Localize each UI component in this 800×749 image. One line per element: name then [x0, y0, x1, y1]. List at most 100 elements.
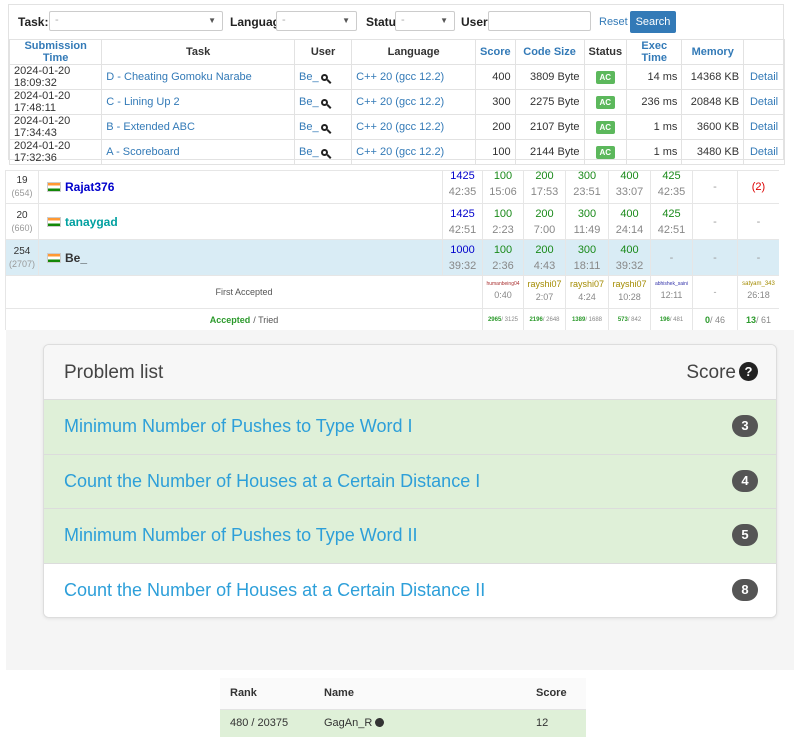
score-value: 12	[526, 709, 586, 737]
submissions-panel: Task: - ▼ Language: - ▼ Status: - ▼ User…	[8, 4, 785, 165]
language-link[interactable]: C++ 20 (gcc 12.2)	[351, 64, 477, 90]
user-cell: Be_	[293, 139, 353, 165]
col-exec-time[interactable]: Exec Time	[626, 39, 683, 65]
task-score: 400	[620, 207, 639, 220]
task-time: 15:06	[489, 186, 517, 198]
language-filter-select[interactable]: - ▼	[276, 11, 357, 31]
search-icon[interactable]	[320, 74, 328, 81]
score-cell: 400	[475, 64, 516, 90]
col-code-size[interactable]: Code Size	[514, 39, 585, 65]
table-row: 2024-01-20 17:34:43 B - Extended ABC Be_…	[8, 114, 785, 140]
total-cell: 1000 39:32	[442, 239, 483, 276]
user-link[interactable]: Be_	[299, 121, 319, 133]
task-time: 42:35	[657, 186, 686, 198]
ac-count: 2965	[487, 316, 502, 323]
tried-count: / 481	[669, 316, 684, 323]
search-icon[interactable]	[320, 149, 328, 156]
rank-panel: Rank Name Score 480 / 20375 GagAn_R 12	[220, 678, 586, 737]
detail-link[interactable]: Detail	[743, 89, 785, 115]
first-accepted-cell: rayshi07 10:28	[608, 275, 651, 309]
user-link[interactable]: Be_	[299, 96, 319, 108]
user-link[interactable]: Rajat376	[65, 180, 114, 194]
task-time: 23:51	[573, 186, 601, 198]
tried-count: / 61	[756, 314, 772, 325]
search-icon[interactable]	[320, 99, 328, 106]
task-time: 18:11	[573, 259, 601, 272]
name-cell: GagAn_R	[314, 709, 526, 737]
task-link[interactable]: D - Cheating Gomoku Narabe	[101, 64, 295, 90]
fa-user[interactable]: rayshi07	[566, 279, 608, 289]
problem-list-title: Problem list	[64, 362, 164, 383]
tried-label: / Tried	[253, 314, 279, 325]
task-cell: 400 24:14	[608, 203, 651, 240]
fa-user[interactable]: rayshi07	[524, 279, 565, 289]
status-filter-select[interactable]: - ▼	[395, 11, 455, 31]
accepted-label: Accepted	[209, 314, 251, 325]
rank-cell: 20 (660)	[5, 203, 39, 240]
standings-row-mine: 254 (2707) Be_ 1000 39:32 100 2:36 200 4:43 …	[5, 239, 779, 276]
user-cell: Be_	[293, 114, 353, 140]
task-time: 11:49	[573, 223, 601, 236]
task-cell: -	[692, 203, 738, 240]
user-link[interactable]: Be_	[65, 251, 87, 265]
problem-item[interactable]: Minimum Number of Pushes to Type Word II…	[44, 509, 776, 564]
problem-score-badge: 4	[732, 469, 758, 492]
help-icon[interactable]: ?	[739, 362, 758, 381]
rank: 20	[16, 209, 28, 221]
problem-name[interactable]: Count the Number of Houses at a Certain …	[64, 580, 485, 601]
rank-table: Rank Name Score 480 / 20375 GagAn_R 12	[220, 678, 586, 737]
task-time: 17:53	[530, 186, 559, 198]
user-link[interactable]: Be_	[299, 71, 319, 83]
problem-name[interactable]: Minimum Number of Pushes to Type Word I	[64, 416, 412, 437]
user-link[interactable]: tanaygad	[65, 215, 118, 229]
fa-user[interactable]: rayshi07	[609, 279, 650, 289]
task-score: 300	[577, 170, 597, 182]
accepted-tried-cell: 13/ 61	[737, 308, 779, 330]
task-link[interactable]: C - Lining Up 2	[101, 89, 295, 115]
ac-count: 196	[659, 316, 670, 323]
score-cell: 100	[475, 139, 516, 165]
problem-name[interactable]: Minimum Number of Pushes to Type Word II	[64, 525, 417, 546]
accepted-tried-cell: 573/ 842	[608, 308, 651, 330]
col-score[interactable]: Score	[475, 39, 516, 65]
rank-value: 480 / 20375	[220, 709, 314, 737]
col-status: Status	[583, 39, 628, 65]
task-cell: 100 2:36	[482, 239, 524, 276]
task-score: 300	[577, 207, 597, 220]
total-cell: 1425 42:35	[442, 170, 483, 204]
detail-link[interactable]: Detail	[743, 114, 785, 140]
problem-item[interactable]: Count the Number of Houses at a Certain …	[44, 563, 776, 617]
search-button[interactable]: Search	[630, 11, 676, 33]
reset-link[interactable]: Reset	[599, 16, 628, 28]
first-accepted-cell: -	[692, 275, 738, 309]
detail-link[interactable]: Detail	[743, 139, 785, 165]
chevron-down-icon: ▼	[440, 16, 448, 25]
task-filter-select[interactable]: - ▼	[49, 11, 223, 31]
col-language: Language	[351, 39, 477, 65]
search-icon[interactable]	[320, 124, 328, 131]
language-link[interactable]: C++ 20 (gcc 12.2)	[351, 139, 477, 165]
col-memory[interactable]: Memory	[681, 39, 745, 65]
task-cell: 200 4:43	[523, 239, 566, 276]
problem-item[interactable]: Minimum Number of Pushes to Type Word I …	[44, 400, 776, 455]
memory-cell: 20848 KB	[681, 89, 745, 115]
exec-time-cell: 14 ms	[626, 64, 683, 90]
rank-sub: (654)	[11, 188, 33, 198]
user-filter-input[interactable]	[488, 11, 591, 31]
task-link[interactable]: B - Extended ABC	[101, 114, 295, 140]
detail-link[interactable]: Detail	[743, 64, 785, 90]
task-time: 24:14	[615, 223, 644, 236]
col-submission-time[interactable]: Submission Time	[8, 39, 103, 65]
language-link[interactable]: C++ 20 (gcc 12.2)	[351, 114, 477, 140]
problem-name[interactable]: Count the Number of Houses at a Certain …	[64, 471, 480, 492]
user-name[interactable]: GagAn_R	[324, 717, 372, 729]
problem-item[interactable]: Count the Number of Houses at a Certain …	[44, 454, 776, 509]
task-link[interactable]: A - Scoreboard	[101, 139, 295, 165]
table-row: 2024-01-20 17:48:11 C - Lining Up 2 Be_ …	[8, 89, 785, 115]
code-size-cell: 2107 Byte	[514, 114, 585, 140]
code-size-cell: 3809 Byte	[514, 64, 585, 90]
user-link[interactable]: Be_	[299, 146, 319, 158]
language-link[interactable]: C++ 20 (gcc 12.2)	[351, 89, 477, 115]
accepted-tried-row: Accepted / Tried 2965/ 3125 2196/ 2648 1…	[5, 308, 779, 330]
task-cell: 300 11:49	[565, 203, 609, 240]
